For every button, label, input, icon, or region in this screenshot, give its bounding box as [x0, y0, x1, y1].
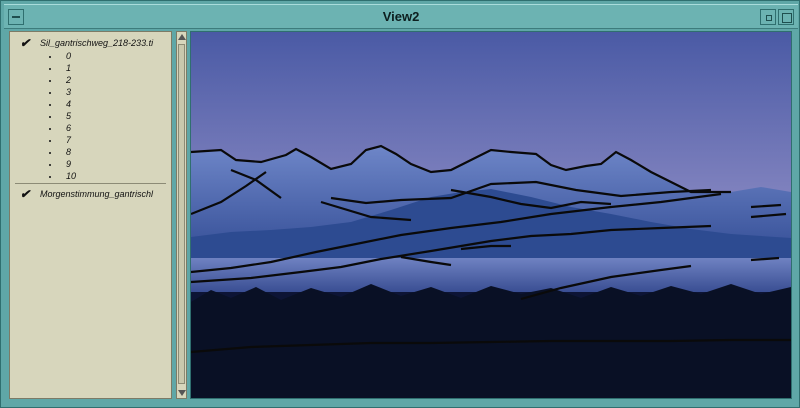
class-dot-icon — [49, 164, 51, 166]
class-dot-icon — [49, 128, 51, 130]
class-label: 6 — [66, 123, 72, 133]
class-item: 0 — [10, 51, 171, 63]
class-item: 8 — [10, 147, 171, 159]
layer-divider — [15, 183, 166, 184]
class-item: 1 — [10, 63, 171, 75]
class-label: 1 — [66, 63, 72, 73]
layer-item[interactable]: ✔ Morgenstimmung_gantrischl — [10, 187, 171, 202]
maximize-icon[interactable] — [778, 9, 794, 25]
class-item: 3 — [10, 87, 171, 99]
class-item: 5 — [10, 111, 171, 123]
layer-tree-panel: ✔ Sil_gantrischweg_218-233.ti 0 1 2 3 4 … — [9, 31, 172, 399]
class-item: 6 — [10, 123, 171, 135]
map-view[interactable] — [190, 31, 792, 399]
class-label: 3 — [66, 87, 72, 97]
app-window: View2 ✔ Sil_gantrischweg_218-233.ti 0 1 … — [0, 0, 800, 408]
check-icon[interactable]: ✔ — [20, 36, 30, 50]
class-dot-icon — [49, 116, 51, 118]
scroll-down-icon[interactable] — [178, 390, 186, 396]
layer-item[interactable]: ✔ Sil_gantrischweg_218-233.ti — [10, 36, 171, 51]
class-label: 8 — [66, 147, 72, 157]
class-dot-icon — [49, 56, 51, 58]
scroll-thumb[interactable] — [178, 44, 185, 384]
class-dot-icon — [49, 92, 51, 94]
class-dot-icon — [49, 152, 51, 154]
class-item: 9 — [10, 159, 171, 171]
class-dot-icon — [49, 104, 51, 106]
title-bar[interactable]: View2 — [4, 4, 798, 29]
class-dot-icon — [49, 80, 51, 82]
class-dot-icon — [49, 140, 51, 142]
class-dot-icon — [49, 176, 51, 178]
window-title: View2 — [382, 9, 420, 24]
class-item: 2 — [10, 75, 171, 87]
class-label: 9 — [66, 159, 72, 169]
minimize-icon[interactable] — [760, 9, 776, 25]
class-item: 4 — [10, 99, 171, 111]
class-item: 10 — [10, 171, 171, 183]
layer-group-1: ✔ Sil_gantrischweg_218-233.ti 0 1 2 3 4 … — [10, 36, 171, 183]
layer-label: Sil_gantrischweg_218-233.ti — [40, 38, 154, 48]
tree-scrollbar[interactable] — [176, 31, 187, 399]
class-label: 5 — [66, 111, 72, 121]
scroll-up-icon[interactable] — [178, 34, 186, 40]
layer-label: Morgenstimmung_gantrischl — [40, 189, 154, 199]
class-label: 0 — [66, 51, 72, 61]
landscape-image — [191, 32, 791, 398]
check-icon[interactable]: ✔ — [20, 187, 30, 201]
class-item: 7 — [10, 135, 171, 147]
class-label: 7 — [66, 135, 72, 145]
class-label: 4 — [66, 99, 72, 109]
layer-group-2: ✔ Morgenstimmung_gantrischl — [10, 187, 171, 202]
class-label: 2 — [66, 75, 72, 85]
class-label: 10 — [66, 171, 77, 181]
class-dot-icon — [49, 68, 51, 70]
